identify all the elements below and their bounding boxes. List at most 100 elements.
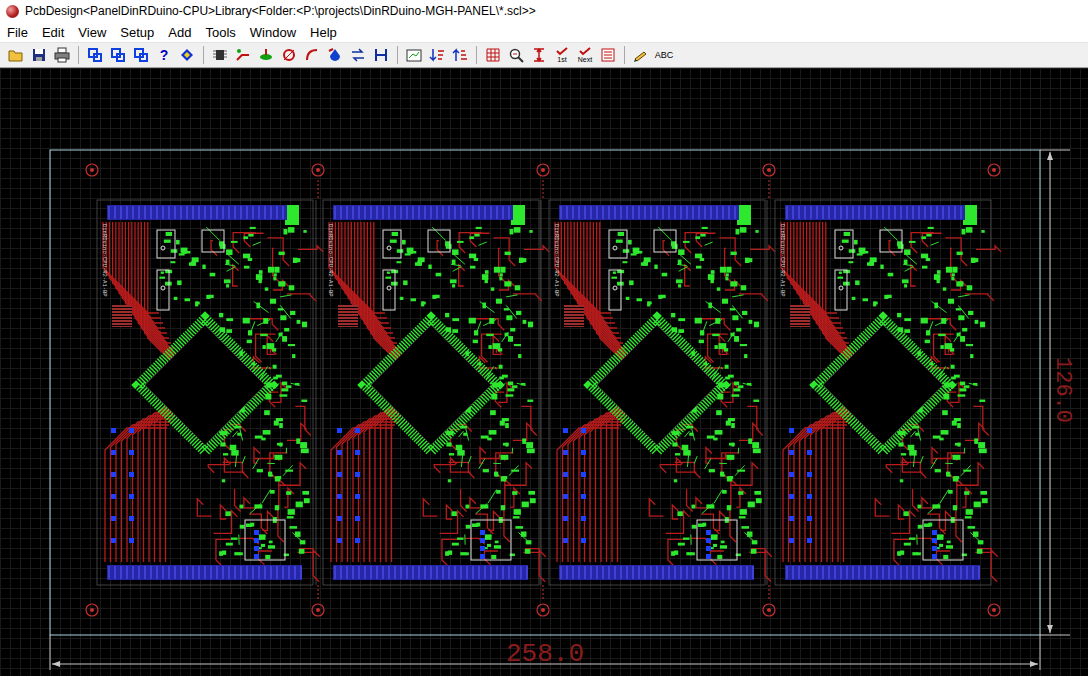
arc-button[interactable] — [301, 44, 323, 66]
save-button[interactable] — [28, 44, 50, 66]
toolbar-separator — [476, 46, 477, 64]
pcb-board[interactable]: DinRDuino-CPU-R2-A1-BP — [775, 200, 1001, 585]
drc-icon — [485, 47, 501, 63]
bottom-connector[interactable] — [107, 565, 302, 580]
design-canvas[interactable]: DinRDuino-CPU-R2-A1-BP DinRDuino-CPU-R2-A… — [0, 68, 1088, 676]
help-button[interactable]: ? — [153, 44, 175, 66]
qfp-chip[interactable] — [145, 325, 265, 445]
pcb-board[interactable]: DinRDuino-CPU-R2-A1-BP — [549, 200, 775, 585]
mounting-hole — [988, 164, 1000, 176]
qfp-chip[interactable] — [371, 325, 491, 445]
menu-item[interactable]: Window — [244, 24, 302, 41]
menu-item[interactable]: Setup — [114, 24, 160, 41]
board-label: DinRDuino-CPU-R2-A1-BP — [327, 224, 334, 297]
fill-icon — [327, 47, 343, 63]
sel1-icon — [87, 47, 103, 63]
drc-button[interactable] — [482, 44, 504, 66]
sortup-button[interactable] — [449, 44, 471, 66]
board-label: DinRDuino-CPU-R2-A1-BP — [779, 224, 786, 297]
top-connector[interactable] — [333, 205, 513, 220]
next-button[interactable]: Next — [574, 44, 596, 66]
sel1-button[interactable] — [84, 44, 106, 66]
bottom-connector[interactable] — [785, 565, 980, 580]
qfp-chip[interactable] — [823, 325, 943, 445]
menu-item[interactable]: Edit — [36, 24, 70, 41]
plane-icon — [258, 47, 274, 63]
arc-icon — [304, 47, 320, 63]
pcb-board[interactable]: DinRDuino-CPU-R2-A1-BP — [323, 200, 549, 585]
qfp-pins — [591, 319, 723, 451]
zoomerr-button[interactable] — [505, 44, 527, 66]
route-button[interactable] — [232, 44, 254, 66]
mounting-hole — [537, 604, 549, 616]
toolbar-separator — [78, 46, 79, 64]
menu-item[interactable]: File — [1, 24, 34, 41]
zoomrect-icon — [406, 47, 422, 63]
menu-item[interactable]: Tools — [199, 24, 241, 41]
bottom-connector[interactable] — [333, 565, 528, 580]
zoomrect-button[interactable] — [403, 44, 425, 66]
sel2-button[interactable] — [107, 44, 129, 66]
report-button[interactable] — [597, 44, 619, 66]
route-icon — [235, 47, 251, 63]
pcb-board[interactable]: DinRDuino-CPU-R2-A1-BP — [97, 200, 323, 585]
board-label: DinRDuino-CPU-R2-A1-BP — [553, 224, 560, 297]
toolbar-separator — [624, 46, 625, 64]
plane-button[interactable] — [255, 44, 277, 66]
sel3-button[interactable] — [130, 44, 152, 66]
sel2-icon — [110, 47, 126, 63]
next-icon — [578, 47, 592, 56]
bottom-connector[interactable] — [559, 565, 754, 580]
toolbar-separator — [203, 46, 204, 64]
first-button[interactable]: 1st — [551, 44, 573, 66]
top-connector[interactable] — [559, 205, 739, 220]
height-value: 126.0 — [1050, 357, 1075, 423]
menu-item[interactable]: Help — [304, 24, 343, 41]
mark-button[interactable] — [176, 44, 198, 66]
via-button[interactable] — [278, 44, 300, 66]
pen-button[interactable] — [630, 44, 652, 66]
hatched-area — [112, 305, 132, 327]
app-icon — [6, 5, 19, 18]
sel3-icon — [133, 47, 149, 63]
mounting-hole — [537, 164, 549, 176]
board-label: DinRDuino-CPU-R2-A1-BP — [101, 224, 108, 297]
mark-icon — [179, 47, 195, 63]
measure-icon — [531, 47, 547, 63]
first-icon — [555, 47, 569, 56]
window-title: PcbDesign<PanelDinRDuino-CPU>Library<Fol… — [25, 4, 536, 18]
mounting-hole — [312, 164, 324, 176]
v-score — [767, 180, 769, 600]
open-button[interactable] — [5, 44, 27, 66]
text-button[interactable]: ABC — [653, 44, 675, 66]
ref-button[interactable] — [370, 44, 392, 66]
top-connector[interactable] — [107, 205, 287, 220]
menu-item[interactable]: View — [72, 24, 112, 41]
hatched-area — [790, 305, 810, 327]
height-dimension[interactable]: 126.0 — [1040, 150, 1075, 635]
toolbar-separator — [397, 46, 398, 64]
sortdown-button[interactable] — [426, 44, 448, 66]
sortdown-icon — [429, 47, 445, 63]
pcb-panel-drawing: DinRDuino-CPU-R2-A1-BP DinRDuino-CPU-R2-A… — [0, 68, 1088, 676]
qfp-pins — [365, 319, 497, 451]
width-dimension[interactable]: 258.0 — [50, 635, 1040, 670]
ref-icon — [373, 47, 389, 63]
save-icon — [31, 47, 47, 63]
mounting-hole — [86, 164, 98, 176]
mounting-hole — [763, 604, 775, 616]
swap-button[interactable] — [347, 44, 369, 66]
zoomerr-icon — [508, 47, 524, 63]
print-button[interactable] — [51, 44, 73, 66]
width-value: 258.0 — [506, 639, 584, 669]
qfp-chip[interactable] — [597, 325, 717, 445]
hatched-area — [564, 305, 584, 327]
report-icon — [600, 47, 616, 63]
top-connector[interactable] — [785, 205, 965, 220]
fill-button[interactable] — [324, 44, 346, 66]
chip-button[interactable] — [209, 44, 231, 66]
menu-item[interactable]: Add — [162, 24, 197, 41]
mounting-hole — [86, 604, 98, 616]
measure-button[interactable] — [528, 44, 550, 66]
sortup-icon — [452, 47, 468, 63]
